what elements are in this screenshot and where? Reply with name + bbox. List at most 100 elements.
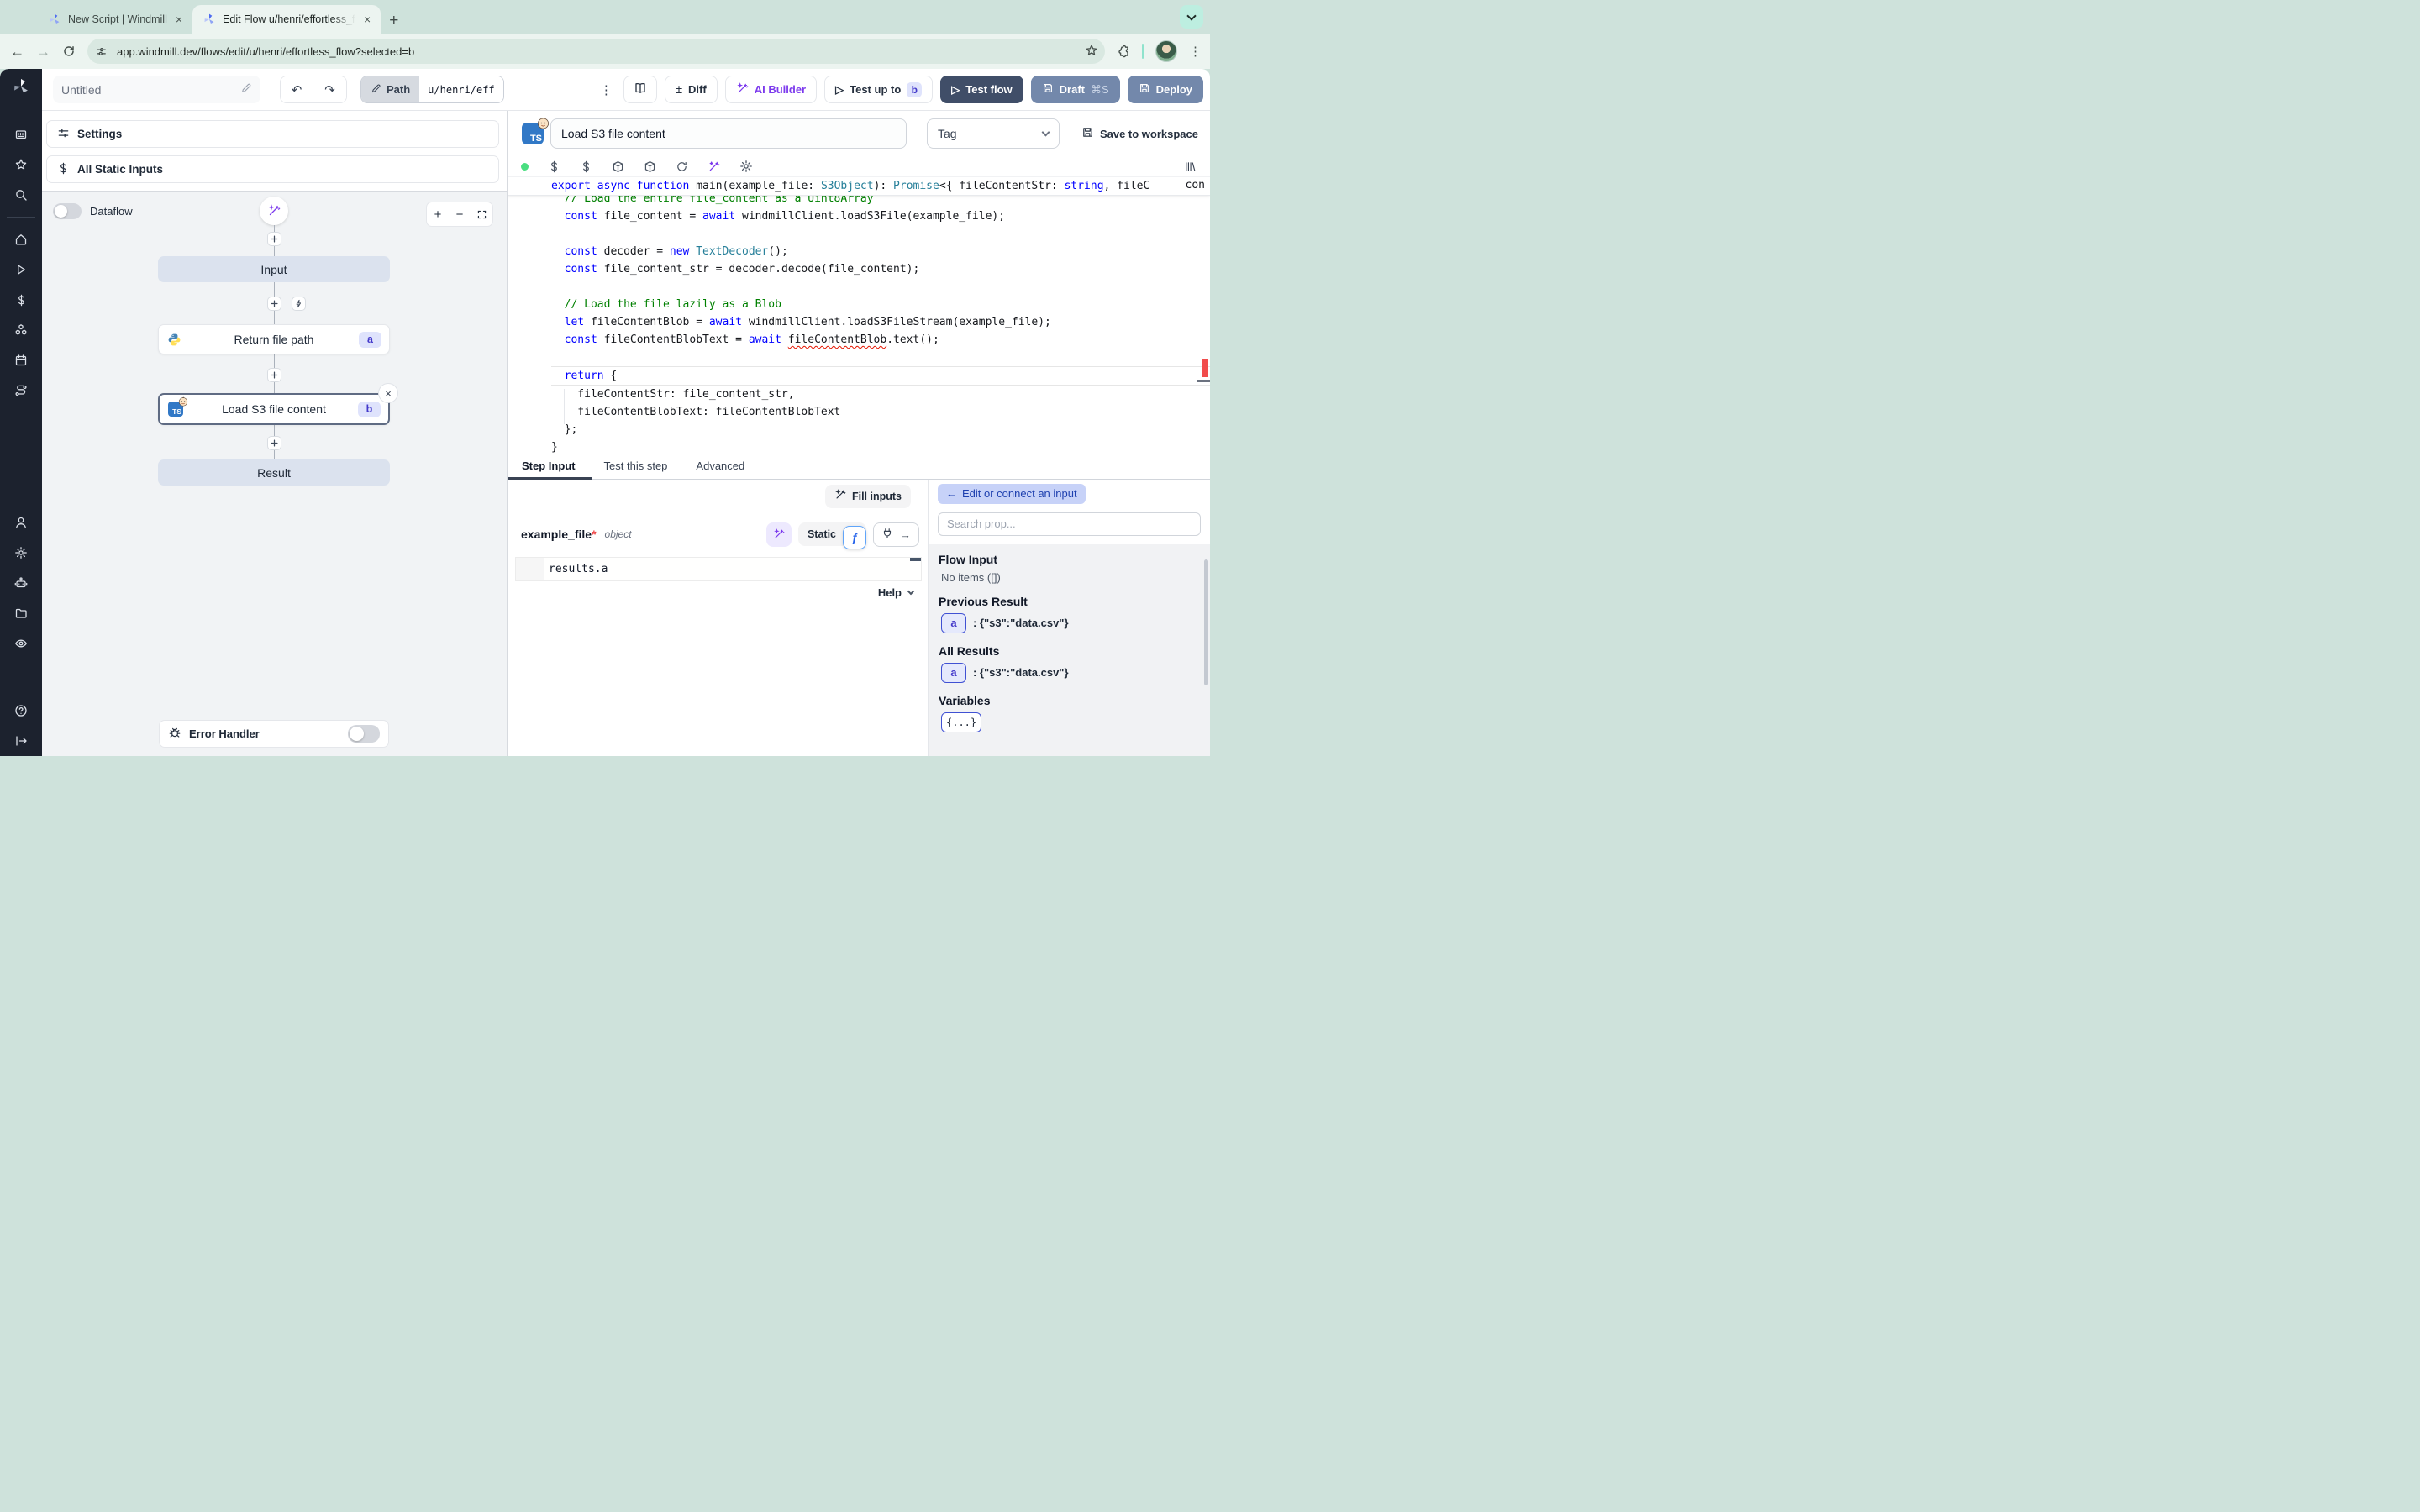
- test-up-to-button[interactable]: ▷Test up tob: [824, 76, 933, 103]
- graph-node-result[interactable]: Result: [158, 459, 390, 486]
- add-trigger-button[interactable]: [292, 297, 306, 311]
- extensions-icon[interactable]: [1117, 45, 1130, 58]
- draft-button[interactable]: Draft⌘S: [1031, 76, 1120, 103]
- delete-step-button[interactable]: ×: [378, 383, 398, 403]
- add-step-button[interactable]: [267, 436, 281, 450]
- scrollbar-thumb[interactable]: [1204, 559, 1208, 685]
- add-step-button[interactable]: [267, 232, 281, 246]
- expression-editor[interactable]: results.a: [515, 557, 922, 581]
- assets-icon[interactable]: [1184, 160, 1197, 173]
- result-pill[interactable]: {...}: [941, 712, 981, 732]
- result-pill[interactable]: a: [941, 613, 966, 633]
- flow-name-input[interactable]: Untitled: [53, 76, 260, 103]
- flow-settings-button[interactable]: Settings: [46, 120, 499, 148]
- resize-handle[interactable]: [910, 558, 921, 561]
- browser-tab-active[interactable]: Edit Flow u/henri/effortless_fl ×: [192, 5, 381, 34]
- step-editor-panel: TS Load S3 file content Tag Save to work…: [508, 111, 1210, 756]
- windmill-logo-icon[interactable]: [12, 77, 30, 96]
- ai-wand-button[interactable]: [260, 197, 288, 225]
- help-toggle[interactable]: Help: [878, 586, 913, 599]
- folders-icon[interactable]: [0, 598, 42, 628]
- new-tab-icon[interactable]: +: [389, 13, 398, 29]
- magic-wand-icon: [834, 489, 846, 503]
- test-flow-button[interactable]: ▷Test flow: [940, 76, 1023, 103]
- emoji-face-icon: [178, 396, 188, 407]
- tab-close-icon[interactable]: ×: [362, 13, 372, 25]
- save-to-workspace-button[interactable]: Save to workspace: [1081, 126, 1198, 141]
- diff-button[interactable]: ±Diff: [665, 76, 718, 103]
- wand-icon[interactable]: [708, 160, 720, 173]
- search-prop-input[interactable]: [947, 517, 1192, 530]
- zoom-in-icon[interactable]: +: [427, 207, 449, 222]
- tab-test-this-step[interactable]: Test this step: [604, 454, 668, 472]
- runs-icon[interactable]: [0, 255, 42, 285]
- package-icon[interactable]: [644, 160, 656, 173]
- url-bar[interactable]: app.windmill.dev/flows/edit/u/henri/effo…: [87, 39, 1105, 64]
- tab-advanced[interactable]: Advanced: [696, 454, 744, 472]
- docs-button[interactable]: [623, 76, 657, 103]
- variables-icon[interactable]: [0, 285, 42, 315]
- fullscreen-icon[interactable]: [471, 209, 492, 220]
- help-icon[interactable]: [0, 696, 42, 726]
- more-options-icon[interactable]: ⋮: [600, 82, 613, 97]
- all-static-inputs-button[interactable]: All Static Inputs: [46, 155, 499, 183]
- zoom-out-icon[interactable]: −: [449, 207, 471, 222]
- dollar-icon[interactable]: [548, 160, 560, 173]
- back-icon[interactable]: ←: [10, 45, 24, 59]
- bookmark-star-icon[interactable]: [1085, 44, 1098, 60]
- triggers-icon[interactable]: [0, 375, 42, 406]
- refresh-icon[interactable]: [676, 160, 688, 173]
- undo-button[interactable]: ↶: [281, 76, 313, 102]
- browser-menu-icon[interactable]: ⋮: [1189, 44, 1202, 59]
- edit-or-connect-button[interactable]: ←Edit or connect an input: [938, 484, 1086, 504]
- audit-icon[interactable]: [0, 628, 42, 659]
- search-icon[interactable]: [0, 180, 42, 210]
- code-editor[interactable]: export async function main(example_file:…: [508, 176, 1210, 454]
- static-mode-toggle[interactable]: Static ƒ: [798, 522, 866, 546]
- expand-sidebar-icon[interactable]: [0, 726, 42, 756]
- tag-select[interactable]: Tag: [927, 118, 1060, 149]
- tab-close-icon[interactable]: ×: [174, 13, 184, 25]
- graph-node-a[interactable]: Return file path a: [158, 324, 390, 354]
- graph-node-input[interactable]: Input: [158, 256, 390, 282]
- code-line: const file_content = await windmillClien…: [551, 207, 1210, 225]
- home-icon[interactable]: [0, 224, 42, 255]
- error-handler-row[interactable]: Error Handler: [159, 720, 389, 748]
- tab-search-button[interactable]: [1180, 5, 1203, 29]
- add-step-button[interactable]: [267, 368, 281, 382]
- expression-mode-button[interactable]: ƒ: [843, 526, 866, 549]
- workers-icon[interactable]: [0, 568, 42, 598]
- path-editor[interactable]: Path u/henri/eff: [360, 76, 504, 103]
- step-name-input[interactable]: Load S3 file content: [550, 118, 907, 149]
- deploy-button[interactable]: Deploy: [1128, 76, 1203, 103]
- workspace-apps-icon[interactable]: [0, 119, 42, 150]
- browser-tab-inactive[interactable]: New Script | Windmill ×: [38, 5, 192, 34]
- package-icon[interactable]: [612, 160, 624, 173]
- result-node-label: Result: [257, 466, 291, 480]
- add-step-button[interactable]: [267, 297, 281, 311]
- profile-avatar[interactable]: [1155, 40, 1177, 62]
- dollar-icon[interactable]: [580, 160, 592, 173]
- search-prop-field[interactable]: [938, 512, 1201, 536]
- user-icon[interactable]: [0, 507, 42, 538]
- fill-inputs-button[interactable]: Fill inputs: [825, 485, 911, 508]
- ai-fill-field-button[interactable]: [766, 522, 792, 547]
- resources-icon[interactable]: [0, 315, 42, 345]
- graph-node-b-selected[interactable]: TS Load S3 file content b: [158, 393, 390, 425]
- gear-icon[interactable]: [739, 160, 753, 173]
- favorites-star-icon[interactable]: [0, 150, 42, 180]
- tab-step-input[interactable]: Step Input: [522, 454, 576, 472]
- error-handler-toggle[interactable]: [348, 725, 380, 743]
- ai-builder-button[interactable]: AI Builder: [725, 76, 817, 103]
- redo-button[interactable]: ↷: [313, 76, 346, 102]
- forward-icon[interactable]: →: [36, 45, 50, 59]
- connect-input-button[interactable]: →: [873, 522, 919, 547]
- settings-icon[interactable]: [0, 538, 42, 568]
- edit-or-connect-label: Edit or connect an input: [962, 487, 1077, 500]
- browser-toolbar: ← → app.windmill.dev/flows/edit/u/henri/…: [0, 34, 1210, 69]
- result-pill[interactable]: a: [941, 663, 966, 683]
- schedules-icon[interactable]: [0, 345, 42, 375]
- site-info-icon[interactable]: [92, 42, 110, 60]
- dataflow-toggle[interactable]: [53, 203, 82, 219]
- reload-icon[interactable]: [62, 45, 76, 58]
